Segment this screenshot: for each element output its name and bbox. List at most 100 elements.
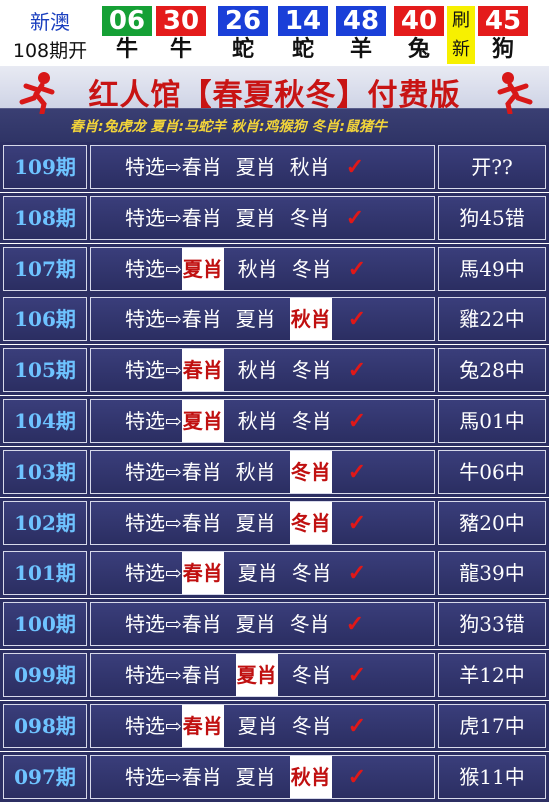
- draw-ball: 48 羊: [336, 6, 386, 64]
- result-cell: 狗33错: [438, 602, 546, 647]
- pick-prefix: 特选: [125, 561, 165, 586]
- ball-zodiac: 牛: [156, 36, 206, 64]
- pick-word: 冬肖: [289, 612, 330, 637]
- pick-word: 春肖: [181, 459, 222, 484]
- special-number: 45: [478, 6, 528, 36]
- pick-word: 秋肖: [237, 358, 278, 383]
- check-icon: ✓: [347, 407, 367, 434]
- pick-word-hit: 冬肖: [289, 501, 332, 544]
- table-row: 100期 特选⇨春肖 夏肖 冬肖 ✓ 狗33错: [0, 599, 549, 650]
- arrow-icon: ⇨: [165, 713, 182, 738]
- pick-word: 夏肖: [237, 713, 278, 738]
- result-cell: 狗45错: [438, 195, 546, 240]
- issue-number: 109期: [14, 155, 76, 179]
- draw-ball: 06 牛: [102, 6, 152, 64]
- issue-cell: 106期: [3, 297, 87, 342]
- pick-content: 特选⇨春肖 夏肖 冬肖 ✓: [125, 603, 364, 645]
- pick-cell: 特选⇨春肖 秋肖 冬肖 ✓: [90, 348, 435, 393]
- check-icon: ✓: [347, 763, 367, 790]
- ball-zodiac: 蛇: [218, 36, 268, 64]
- pick-word: 夏肖: [235, 764, 276, 789]
- pick-prefix: 特选: [125, 662, 165, 687]
- check-icon: ✓: [347, 661, 367, 688]
- issue-cell: 100期: [3, 602, 87, 647]
- arrow-icon: ⇨: [165, 155, 182, 179]
- result-text: 狗45错: [459, 205, 525, 230]
- pick-cell: 特选⇨春肖 夏肖 冬肖 ✓: [90, 551, 435, 596]
- pick-cell: 特选⇨春肖 夏肖 秋肖 ✓: [90, 297, 435, 342]
- pick-content: 特选⇨春肖 秋肖 冬肖 ✓: [125, 450, 367, 493]
- arrow-icon: ⇨: [165, 561, 182, 586]
- pick-word: 冬肖: [289, 205, 330, 230]
- ball-number: 26: [218, 6, 268, 36]
- issue-number: 104期: [14, 408, 76, 433]
- check-icon: ✓: [347, 560, 367, 587]
- result-cell: 雞22中: [438, 297, 546, 342]
- issue-number: 100期: [14, 612, 76, 637]
- issue-number: 102期: [14, 510, 76, 535]
- check-icon: ✓: [345, 204, 365, 231]
- banner-title-right: 付费版: [367, 78, 461, 113]
- draw-ball: 14 蛇: [278, 6, 328, 64]
- special-ball: 45 狗: [478, 6, 528, 64]
- check-icon: ✓: [345, 611, 365, 638]
- issue-cell: 098期: [3, 703, 87, 748]
- banner-subtitle: 春肖:兔虎龙 夏肖:马蛇羊 秋肖:鸡猴狗 冬肖:鼠猪牛: [70, 119, 388, 135]
- check-icon: ✓: [347, 255, 367, 282]
- check-icon: ✓: [347, 306, 367, 333]
- pick-word-hit: 春肖: [181, 704, 224, 747]
- issue-number: 099期: [14, 662, 76, 687]
- ball-number: 40: [394, 6, 444, 36]
- pick-content: 特选⇨春肖 夏肖 冬肖 ✓: [125, 197, 364, 239]
- draw-header: 新澳 108期开 06 牛 30 牛 26 蛇 14 蛇 48 羊 40 兔 刷 新 45 狗: [0, 0, 549, 64]
- result-text: 龍39中: [459, 561, 525, 586]
- table-row: 104期 特选⇨夏肖 秋肖 冬肖 ✓ 馬01中: [0, 395, 549, 446]
- result-cell: 兔28中: [438, 348, 546, 393]
- pick-cell: 特选⇨夏肖 秋肖 冬肖 ✓: [90, 398, 435, 443]
- issue-number: 097期: [14, 764, 76, 789]
- issue-label: 108期开: [12, 40, 88, 62]
- pick-content: 特选⇨春肖 夏肖 冬肖 ✓: [125, 501, 366, 544]
- pick-word-hit: 秋肖: [289, 298, 332, 341]
- check-icon: ✓: [347, 357, 367, 384]
- pick-prefix: 特选: [125, 612, 165, 637]
- issue-number: 106期: [14, 307, 76, 332]
- draw-ball: 26 蛇: [218, 6, 268, 64]
- pick-word: 秋肖: [235, 459, 276, 484]
- issue-cell: 107期: [3, 246, 87, 291]
- pick-word-hit: 冬肖: [289, 450, 332, 493]
- issue-cell: 105期: [3, 348, 87, 393]
- ball-zodiac: 牛: [102, 36, 152, 64]
- pick-prefix: 特选: [125, 459, 165, 484]
- pick-cell: 特选⇨春肖 夏肖 冬肖 ✓: [90, 703, 435, 748]
- pick-content: 特选⇨春肖 夏肖 冬肖 ✓: [125, 704, 366, 747]
- table-row: 102期 特选⇨春肖 夏肖 冬肖 ✓ 豬20中: [0, 497, 549, 548]
- arrow-icon: ⇨: [165, 662, 182, 687]
- pick-word: 秋肖: [237, 408, 278, 433]
- issue-number: 108期: [14, 205, 76, 230]
- pick-word-hit: 夏肖: [181, 399, 224, 442]
- pick-content: 特选⇨春肖 夏肖 秋肖 ✓: [125, 755, 367, 798]
- pick-cell: 特选⇨春肖 夏肖 秋肖 ✓: [90, 754, 435, 799]
- pick-word: 夏肖: [235, 155, 276, 179]
- result-text: 豬20中: [459, 510, 525, 535]
- result-cell: 牛06中: [438, 449, 546, 494]
- pick-word: 春肖: [181, 612, 222, 637]
- pick-word: 夏肖: [235, 205, 276, 230]
- draw-ball: 30 牛: [156, 6, 206, 64]
- result-text: 羊12中: [459, 662, 525, 687]
- pick-word-hit: 夏肖: [181, 247, 224, 290]
- pick-word: 春肖: [181, 307, 222, 332]
- result-cell: 羊12中: [438, 652, 546, 697]
- prediction-table: 109期 特选⇨春肖 夏肖 秋肖 ✓ 开?? 108期 特选⇨春肖 夏肖 冬肖 ✓ 狗45错 107期特…: [0, 142, 549, 802]
- site-name: 新澳: [30, 10, 70, 34]
- refresh-label-1: 刷: [452, 10, 470, 31]
- check-icon: ✓: [347, 458, 367, 485]
- result-text: 虎17中: [459, 713, 525, 738]
- refresh-button[interactable]: 刷 新: [447, 6, 475, 64]
- pick-cell: 特选⇨春肖 夏肖 冬肖 ✓: [90, 602, 435, 647]
- result-cell: 豬20中: [438, 500, 546, 545]
- ball-number: 14: [278, 6, 328, 36]
- table-row: 101期 特选⇨春肖 夏肖 冬肖 ✓ 龍39中: [0, 548, 549, 599]
- pick-cell: 特选⇨春肖 夏肖 冬肖 ✓: [90, 652, 435, 697]
